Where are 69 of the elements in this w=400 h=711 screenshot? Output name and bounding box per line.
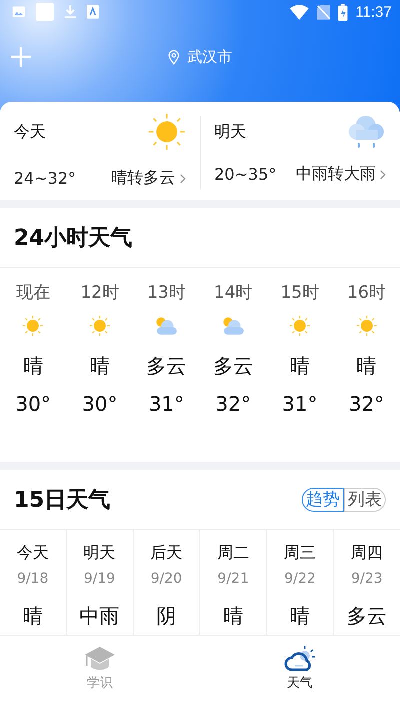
hour-temperature: 30° bbox=[16, 392, 52, 416]
hour-temperature: 32° bbox=[348, 392, 384, 416]
hour-condition: 晴 bbox=[290, 354, 310, 378]
image-icon bbox=[12, 5, 26, 19]
day-name: 后天 bbox=[150, 542, 183, 564]
battery-icon bbox=[338, 4, 348, 20]
day-name: 周三 bbox=[284, 542, 316, 564]
day-name: 周四 bbox=[351, 542, 384, 564]
hour-label: 12时 bbox=[80, 282, 120, 304]
hour-condition: 晴 bbox=[90, 354, 110, 378]
square-icon bbox=[36, 3, 54, 21]
day-name: 今天 bbox=[16, 542, 49, 564]
rain-cloud-icon bbox=[346, 113, 386, 151]
condition-link[interactable]: 晴转多云 bbox=[112, 168, 186, 189]
hour-condition: 晴 bbox=[23, 354, 44, 378]
hour-temperature: 32° bbox=[216, 392, 252, 416]
day-name: 周二 bbox=[217, 542, 250, 564]
cloud-sun-icon bbox=[220, 314, 246, 338]
hour-label: 15时 bbox=[280, 282, 320, 304]
nav-tab[interactable]: 天气 bbox=[200, 636, 400, 702]
sun-icon bbox=[89, 315, 111, 337]
day-date: 9/21 bbox=[218, 570, 250, 588]
hour-label: 现在 bbox=[16, 282, 50, 304]
day-label: 今天 bbox=[14, 122, 46, 142]
hour-label: 16时 bbox=[347, 282, 386, 304]
hour-condition: 多云 bbox=[146, 354, 187, 378]
hour-label: 13时 bbox=[147, 282, 186, 304]
location-pin-icon bbox=[168, 50, 180, 64]
hour-temperature: 31° bbox=[282, 392, 318, 416]
wifi-icon bbox=[290, 4, 309, 20]
day-date: 9/23 bbox=[351, 570, 383, 588]
temperature-range: 20~35° bbox=[214, 165, 277, 184]
chevron-icon bbox=[180, 174, 186, 184]
sun-icon bbox=[356, 315, 378, 337]
sun-icon bbox=[148, 113, 186, 151]
cloud-sun-icon bbox=[284, 645, 316, 673]
add-icon[interactable] bbox=[10, 46, 32, 68]
day-condition: 晴 bbox=[290, 604, 310, 628]
view-tab[interactable]: 趋势 bbox=[302, 488, 344, 512]
day-date: 9/18 bbox=[17, 570, 49, 588]
notification-icon bbox=[87, 5, 99, 19]
day-date: 9/22 bbox=[284, 570, 316, 588]
hour-condition: 多云 bbox=[213, 354, 254, 378]
temperature-range: 24~32° bbox=[14, 169, 76, 188]
day-label: 明天 bbox=[214, 122, 246, 142]
hour-temperature: 30° bbox=[82, 392, 118, 416]
condition-link[interactable]: 中雨转大雨 bbox=[296, 164, 386, 185]
day-name: 明天 bbox=[84, 542, 116, 564]
section-title: 15日天气 bbox=[14, 486, 111, 514]
graduation-cap-icon bbox=[84, 645, 116, 673]
hour-label: 14时 bbox=[214, 282, 253, 304]
sun-icon bbox=[22, 315, 44, 337]
day-condition: 中雨 bbox=[80, 604, 120, 628]
no-sim-icon bbox=[316, 4, 330, 20]
day-date: 9/19 bbox=[84, 570, 116, 588]
cloud-sun-icon bbox=[154, 314, 180, 338]
day-condition: 晴 bbox=[223, 604, 244, 628]
sun-icon bbox=[289, 315, 312, 337]
section-title: 24小时天气 bbox=[14, 224, 133, 252]
download-icon bbox=[64, 4, 77, 20]
view-tab[interactable]: 列表 bbox=[344, 488, 386, 512]
chevron-icon bbox=[380, 170, 386, 180]
day-condition: 阴 bbox=[156, 604, 177, 628]
clock: 11:37 bbox=[356, 4, 392, 20]
day-date: 9/20 bbox=[150, 570, 182, 588]
day-condition: 多云 bbox=[347, 604, 388, 628]
hour-condition: 晴 bbox=[356, 354, 377, 378]
hour-temperature: 31° bbox=[148, 392, 184, 416]
day-condition: 晴 bbox=[22, 604, 43, 628]
